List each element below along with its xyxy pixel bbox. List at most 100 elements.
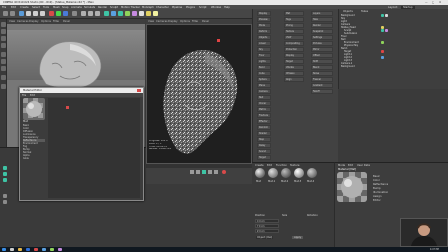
vp-left-menu-options[interactable]: Options (41, 20, 51, 23)
phong-tag-icon[interactable] (381, 14, 384, 17)
move-icon[interactable] (26, 11, 31, 16)
cmd3-row-3[interactable]: Snapshot (311, 29, 333, 34)
attr-field-reflectance[interactable]: Reflectance (373, 183, 388, 186)
tab-takes[interactable]: Takes (361, 10, 368, 13)
cmd2-row-11[interactable]: Align (284, 77, 304, 82)
attribute-material-preview[interactable] (337, 172, 367, 202)
cmd3-row-5[interactable]: Pictures (311, 41, 333, 46)
attr-field-illumination[interactable]: Illumination (373, 191, 388, 194)
cmd3-row-2[interactable]: Render (311, 23, 333, 28)
material-ball-2[interactable] (281, 168, 291, 178)
cmd1-row-9[interactable]: Bend (257, 65, 271, 70)
mm-menu-edit[interactable]: Edit (267, 164, 272, 167)
compositing-tag-icon[interactable] (381, 29, 384, 32)
close-button[interactable]: ✕ (439, 1, 441, 4)
vp-main-menu-display[interactable]: Display (168, 20, 178, 23)
cmd2-row-4[interactable]: UVW (284, 35, 304, 40)
material-editor-close-icon[interactable] (137, 89, 141, 92)
vp-left-menu-view[interactable]: View (9, 20, 15, 23)
cmd1-row-12[interactable]: Plane (257, 83, 271, 88)
cmd2-row-7[interactable]: Display (284, 53, 304, 58)
align-tag-icon[interactable] (381, 56, 384, 59)
material-ball-0[interactable] (255, 168, 265, 178)
minimize-button[interactable]: — (425, 1, 428, 4)
media-player-icon[interactable] (34, 248, 38, 251)
cinema4d-taskbar-icon[interactable] (42, 248, 46, 251)
cmd3-row-11[interactable]: Fresnel (311, 77, 333, 82)
coord-mode-select[interactable]: Object (Rel) (256, 236, 274, 239)
cmd1-row-23[interactable]: Sound (257, 149, 271, 154)
file-explorer-icon[interactable] (18, 248, 22, 251)
maximize-button[interactable]: □ (432, 1, 434, 4)
cmd2-row-6[interactable]: Protection (284, 47, 304, 52)
material-ball-3[interactable] (294, 168, 304, 178)
obj-item-17[interactable]: Background (339, 65, 447, 68)
cmd1-row-11[interactable]: Sphere (257, 77, 271, 82)
attr-field-editor[interactable]: Editor (373, 199, 381, 202)
cmd3-row-10[interactable]: Noise (311, 71, 333, 76)
browser-icon[interactable] (26, 248, 30, 251)
cube-icon[interactable] (104, 11, 109, 16)
cmd2-row-1[interactable]: Tags (284, 17, 304, 22)
material-ball-1[interactable] (268, 168, 278, 178)
mm-menu-create[interactable]: Create (255, 164, 264, 167)
xpresso-tag-icon[interactable] (381, 50, 384, 53)
mm-menu-texture[interactable]: Texture (290, 164, 300, 167)
attr-tab-user-data[interactable]: User Data (357, 164, 370, 167)
vp-main-menu-panel[interactable]: Panel (202, 20, 209, 23)
cmd1-row-1[interactable]: Preview (257, 17, 271, 22)
coord-row-x[interactable]: X 0 cm (255, 219, 279, 223)
coord-apply-button[interactable]: Apply (292, 236, 304, 239)
tab-objects[interactable]: Objects (343, 10, 353, 13)
world-coordinates-icon[interactable] (72, 11, 77, 16)
attr-tab-mode[interactable]: Mode (338, 164, 345, 167)
mm-menu-function[interactable]: Function (276, 164, 287, 167)
tool-icon-4[interactable] (3, 194, 7, 198)
cmd1-row-3[interactable]: Deform (257, 29, 271, 34)
attr-field-assign[interactable]: Assign (373, 195, 382, 198)
cmd1-row-14[interactable]: Null (257, 95, 271, 100)
next-frame-icon[interactable] (208, 170, 212, 174)
material-channel-settings[interactable] (48, 98, 140, 198)
vp-main-menu-cameras[interactable]: Cameras (156, 20, 168, 23)
cmd1-row-24[interactable]: Target (257, 155, 271, 160)
coord-row-y[interactable]: Y 0 cm (255, 224, 279, 228)
previous-frame-icon[interactable] (196, 170, 200, 174)
me-menu-file[interactable]: File (22, 94, 26, 97)
windows-start-icon[interactable] (2, 248, 6, 251)
timeline-ruler[interactable] (146, 164, 252, 168)
cmd1-row-8[interactable]: Lights (257, 59, 271, 64)
cmd2-row-2[interactable]: Phong (284, 23, 304, 28)
pen-icon[interactable] (111, 11, 116, 16)
cmd1-row-7[interactable]: Floor (257, 53, 271, 58)
vp-left-menu-panel[interactable]: Panel (63, 20, 70, 23)
record-icon[interactable] (222, 170, 226, 174)
protection-tag-icon[interactable] (385, 29, 388, 32)
camera-icon[interactable] (146, 11, 151, 16)
cmd1-row-19[interactable]: Random (257, 125, 271, 130)
floor-icon[interactable] (139, 11, 144, 16)
make-editable-icon[interactable] (1, 22, 6, 27)
subdivision-icon[interactable] (118, 11, 123, 16)
me-menu-edit[interactable]: Edit (30, 94, 35, 97)
render-view-icon[interactable] (81, 11, 86, 16)
search-icon[interactable] (10, 248, 14, 251)
cmd1-row-13[interactable]: Camera (257, 89, 271, 94)
model-mode-icon[interactable] (1, 29, 6, 34)
light-icon[interactable] (153, 11, 158, 16)
rotate-icon[interactable] (40, 11, 45, 16)
cmd3-row-8[interactable]: Shift (311, 59, 333, 64)
edges-mode-icon[interactable] (1, 59, 6, 64)
attr-tab-edit[interactable]: Edit (348, 164, 353, 167)
attr-field-bump[interactable]: Bump (373, 187, 381, 190)
cloner-icon[interactable] (125, 11, 130, 16)
cmd1-row-16[interactable]: Matrix (257, 107, 271, 112)
cmd1-row-17[interactable]: Fracture (257, 113, 271, 118)
vp-left-menu-cameras[interactable]: Cameras (17, 20, 29, 23)
channel-glow[interactable]: Glow (23, 157, 45, 160)
workplane-icon[interactable] (1, 43, 6, 48)
cmd1-row-0[interactable]: Display (257, 11, 271, 16)
y-axis-icon[interactable] (56, 11, 61, 16)
tool-icon-1[interactable] (3, 166, 7, 170)
app-icon-1[interactable] (50, 248, 54, 251)
